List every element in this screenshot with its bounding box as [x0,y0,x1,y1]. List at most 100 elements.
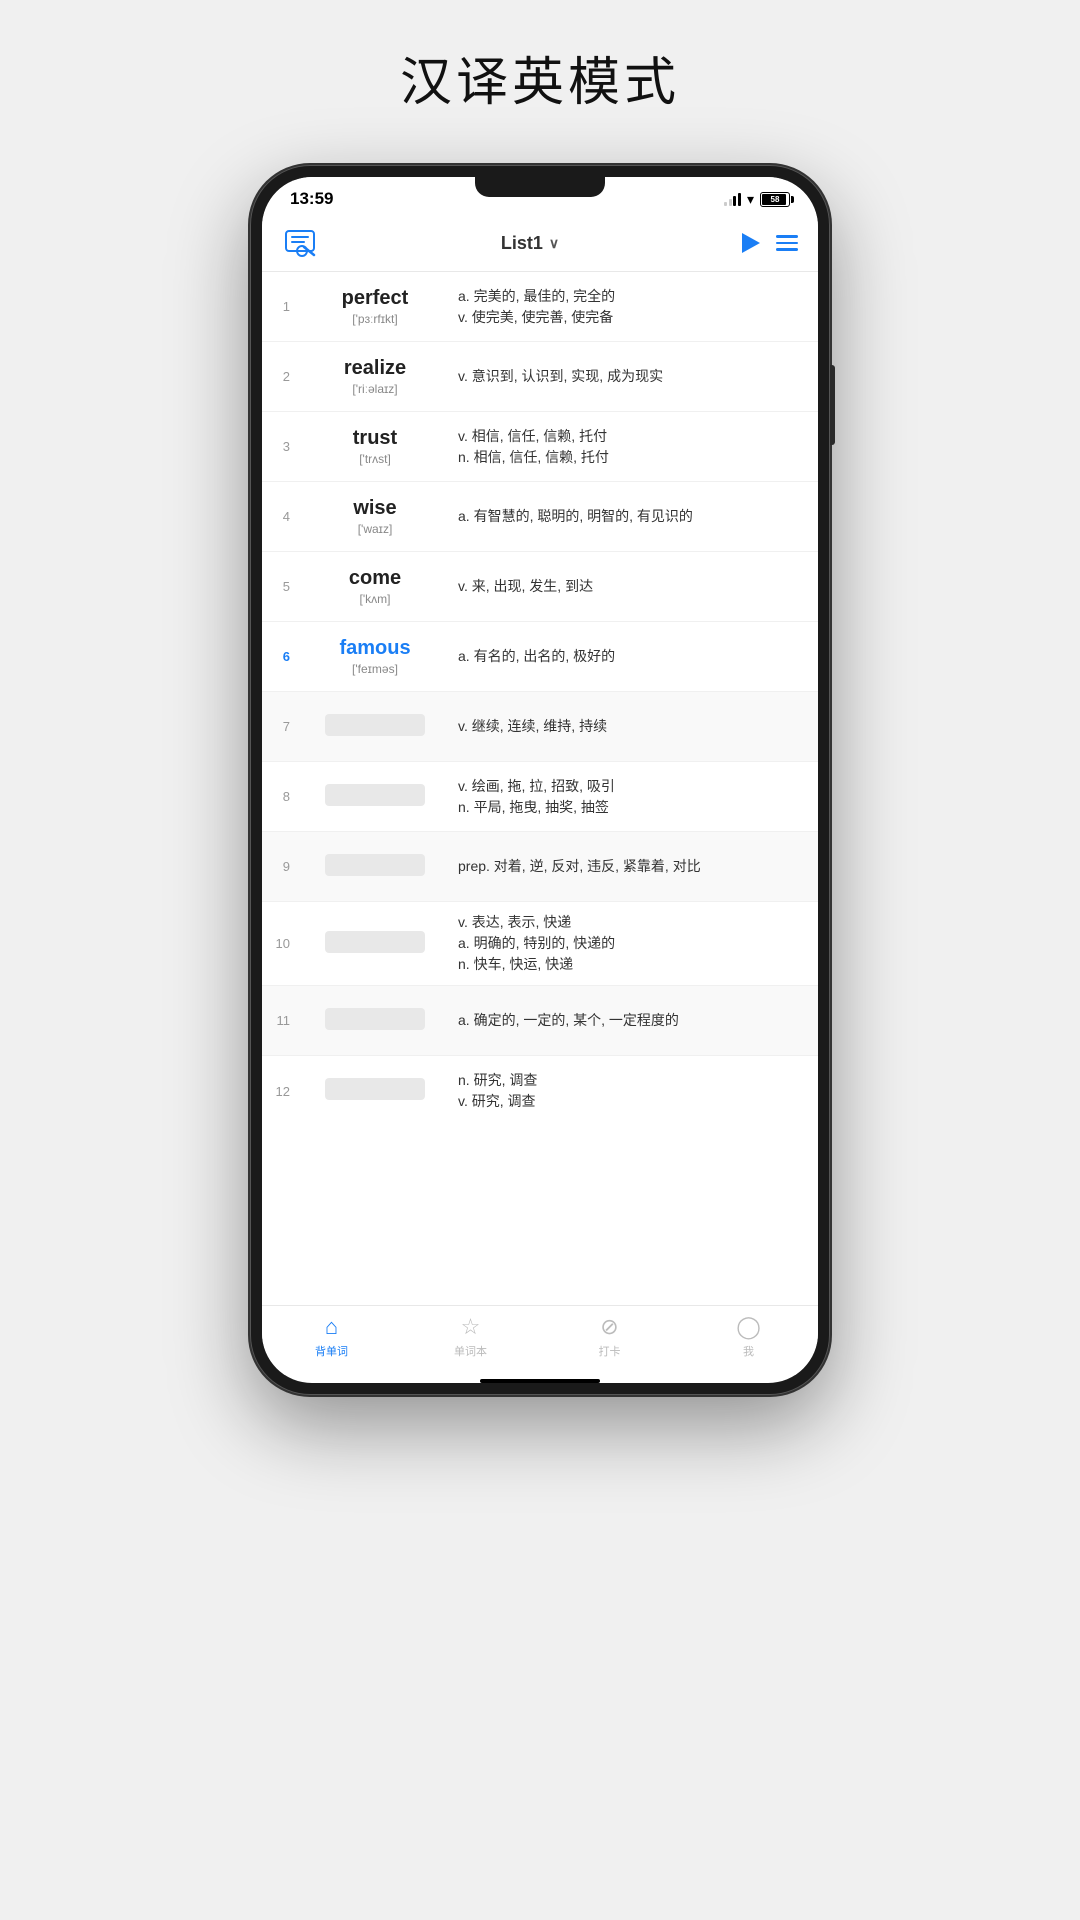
nav-label-memorize: 背单词 [315,1343,348,1359]
nav-item-wordbook[interactable]: ☆ 单词本 [401,1314,540,1359]
profile-icon: ◯ [736,1314,761,1340]
notch [475,177,605,197]
row-number: 2 [262,369,300,384]
table-row[interactable]: 12 n. 研究, 调查v. 研究, 调查 [262,1056,818,1126]
word-text: trust [353,427,397,450]
wifi-icon: ▾ [747,191,754,208]
word-text: realize [344,357,406,380]
app-logo-icon [284,229,316,257]
meaning-cell: a. 有名的, 出名的, 极好的 [450,636,818,677]
table-row[interactable]: 4 wise ['waɪz] a. 有智慧的, 聪明的, 明智的, 有见识的 [262,482,818,552]
meaning-cell: v. 来, 出现, 发生, 到达 [450,566,818,607]
word-phonetic: ['feɪməs] [352,662,398,676]
word-phonetic: ['waɪz] [358,522,393,536]
word-phonetic: ['pɜːrfɪkt] [352,312,397,326]
checkin-icon: ⊘ [600,1314,618,1340]
meaning-cell: a. 完美的, 最佳的, 完全的v. 使完美, 使完善, 使完备 [450,276,818,338]
page-title: 汉译英模式 [400,40,680,115]
word-cell: realize ['riːəlaɪz] [300,347,450,406]
row-number: 12 [262,1084,300,1099]
play-button[interactable] [742,233,760,253]
word-hidden-placeholder [325,784,425,806]
table-row[interactable]: 1 perfect ['pɜːrfɪkt] a. 完美的, 最佳的, 完全的v.… [262,272,818,342]
word-hidden-placeholder [325,1078,425,1100]
row-number: 7 [262,719,300,734]
table-row[interactable]: 8 v. 绘画, 拖, 拉, 招致, 吸引n. 平局, 拖曳, 抽奖, 抽签 [262,762,818,832]
word-hidden-placeholder [325,714,425,736]
menu-button[interactable] [776,235,798,251]
meaning-cell: v. 表达, 表示, 快递a. 明确的, 特别的, 快递的n. 快车, 快运, … [450,902,818,985]
nav-right-icons [742,233,798,253]
nav-title[interactable]: List1 ∨ [501,233,559,254]
word-text: perfect [342,287,409,310]
phone-frame: 13:59 ▾ 58 [250,165,830,1395]
row-number: 6 [262,649,300,664]
row-number: 5 [262,579,300,594]
word-cell [300,1068,450,1114]
word-hidden-placeholder [325,931,425,953]
row-number: 1 [262,299,300,314]
table-row[interactable]: 6 famous ['feɪməs] a. 有名的, 出名的, 极好的 [262,622,818,692]
nav-label-wordbook: 单词本 [454,1343,487,1359]
table-row[interactable]: 11 a. 确定的, 一定的, 某个, 一定程度的 [262,986,818,1056]
word-cell [300,844,450,890]
row-number: 3 [262,439,300,454]
signal-icon [724,192,741,206]
word-text: wise [353,497,396,520]
home-icon: ⌂ [325,1314,338,1340]
row-number: 10 [262,936,300,951]
meaning-cell: prep. 对着, 逆, 反对, 违反, 紧靠着, 对比 [450,846,818,887]
row-number: 9 [262,859,300,874]
hamburger-line-1 [776,235,798,238]
word-list: 1 perfect ['pɜːrfɪkt] a. 完美的, 最佳的, 完全的v.… [262,272,818,1305]
word-hidden-placeholder [325,1008,425,1030]
word-text: come [349,567,401,590]
status-icons: ▾ 58 [724,191,790,208]
phone-screen: 13:59 ▾ 58 [262,177,818,1383]
word-phonetic: ['kʌm] [360,592,391,606]
battery-icon: 58 [760,192,790,207]
nav-logo-button[interactable] [282,225,318,261]
meaning-cell: v. 绘画, 拖, 拉, 招致, 吸引n. 平局, 拖曳, 抽奖, 抽签 [450,766,818,828]
word-cell: wise ['waɪz] [300,487,450,546]
word-hidden-placeholder [325,854,425,876]
word-cell: trust ['trʌst] [300,417,450,476]
word-cell [300,704,450,750]
word-text: famous [339,637,410,660]
meaning-cell: v. 意识到, 认识到, 实现, 成为现实 [450,356,818,397]
word-cell: come ['kʌm] [300,557,450,616]
word-phonetic: ['trʌst] [359,452,391,466]
row-number: 4 [262,509,300,524]
table-row[interactable]: 10 v. 表达, 表示, 快递a. 明确的, 特别的, 快递的n. 快车, 快… [262,902,818,986]
table-row[interactable]: 7 v. 继续, 连续, 维持, 持续 [262,692,818,762]
word-cell [300,921,450,967]
word-cell [300,774,450,820]
status-time: 13:59 [290,189,333,209]
meaning-cell: a. 有智慧的, 聪明的, 明智的, 有见识的 [450,496,818,537]
meaning-cell: a. 确定的, 一定的, 某个, 一定程度的 [450,1000,818,1041]
word-phonetic: ['riːəlaɪz] [352,382,397,396]
meaning-cell: v. 继续, 连续, 维持, 持续 [450,706,818,747]
hamburger-line-3 [776,248,798,251]
hamburger-line-2 [776,242,798,245]
nav-label-checkin: 打卡 [599,1343,621,1359]
bottom-nav: ⌂ 背单词 ☆ 单词本 ⊘ 打卡 ◯ 我 [262,1305,818,1375]
row-number: 8 [262,789,300,804]
row-number: 11 [262,1013,300,1028]
star-icon: ☆ [461,1314,481,1340]
word-cell: perfect ['pɜːrfɪkt] [300,277,450,336]
nav-item-memorize[interactable]: ⌂ 背单词 [262,1314,401,1359]
word-cell [300,998,450,1044]
top-nav: List1 ∨ [262,217,818,272]
nav-item-checkin[interactable]: ⊘ 打卡 [540,1314,679,1359]
nav-item-profile[interactable]: ◯ 我 [679,1314,818,1359]
table-row[interactable]: 5 come ['kʌm] v. 来, 出现, 发生, 到达 [262,552,818,622]
word-cell: famous ['feɪməs] [300,627,450,686]
meaning-cell: v. 相信, 信任, 信赖, 托付n. 相信, 信任, 信赖, 托付 [450,416,818,478]
table-row[interactable]: 3 trust ['trʌst] v. 相信, 信任, 信赖, 托付n. 相信,… [262,412,818,482]
table-row[interactable]: 9 prep. 对着, 逆, 反对, 违反, 紧靠着, 对比 [262,832,818,902]
chevron-down-icon: ∨ [549,235,559,252]
table-row[interactable]: 2 realize ['riːəlaɪz] v. 意识到, 认识到, 实现, 成… [262,342,818,412]
list-name-label: List1 [501,233,543,254]
meaning-cell: n. 研究, 调查v. 研究, 调查 [450,1060,818,1122]
